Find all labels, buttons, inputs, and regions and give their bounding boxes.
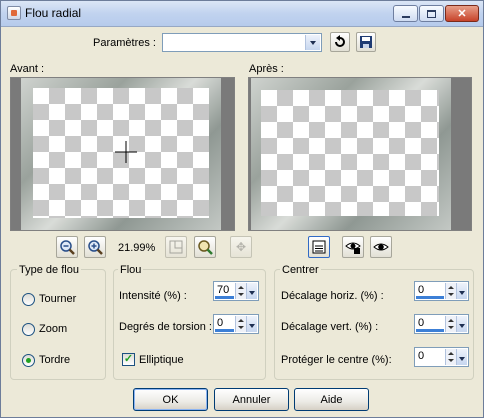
spin-updown-icon[interactable]: [445, 349, 456, 365]
radio-tordre-label[interactable]: Tordre: [39, 354, 70, 366]
spin-updown-icon[interactable]: [445, 316, 456, 332]
intensity-value[interactable]: 70: [217, 284, 229, 296]
maximize-icon: [427, 9, 436, 18]
zoom-in-button[interactable]: [84, 236, 106, 258]
torsion-stepper[interactable]: 0: [213, 314, 259, 334]
params-combo[interactable]: [162, 33, 322, 52]
dialog-window: Flou radial ✕ Paramètres : Avant: Après…: [0, 0, 484, 418]
auto-proof-button[interactable]: [370, 236, 392, 258]
blur-type-title: Type de flou: [17, 264, 81, 276]
save-icon: [360, 36, 372, 48]
torsion-label: Degrés de torsion :: [119, 321, 212, 333]
torsion-value[interactable]: 0: [217, 317, 223, 329]
preview-toggle-button[interactable]: [308, 236, 330, 258]
radio-tourner-label[interactable]: Tourner: [39, 293, 76, 305]
close-button[interactable]: ✕: [445, 5, 479, 22]
cancel-button[interactable]: Annuler: [214, 388, 289, 411]
params-label: Paramètres :: [93, 37, 156, 49]
zoom-100-button[interactable]: [165, 236, 187, 258]
pan-button[interactable]: ✥: [230, 236, 252, 258]
center-group-title: Centrer: [280, 264, 321, 276]
horiz-offset-slider-bar[interactable]: [416, 296, 444, 299]
after-preview: [248, 77, 472, 231]
proof-preview-button[interactable]: [342, 236, 364, 258]
ok-button[interactable]: OK: [133, 388, 208, 411]
reset-icon: [335, 35, 345, 47]
radio-tordre[interactable]: [22, 354, 35, 367]
help-button[interactable]: Aide: [294, 388, 369, 411]
zoom-out-icon: [60, 240, 75, 255]
spin-updown-icon[interactable]: [235, 283, 246, 299]
zoom-fit-icon: [198, 240, 213, 255]
reset-params-button[interactable]: [330, 32, 350, 52]
chevron-down-icon[interactable]: [456, 316, 467, 332]
window-title: Flou radial: [25, 6, 82, 20]
chevron-down-icon[interactable]: [305, 35, 320, 50]
spin-updown-icon[interactable]: [445, 283, 456, 299]
spin-updown-icon[interactable]: [235, 316, 246, 332]
after-label: Après :: [249, 63, 284, 75]
zoom-level: 21.99%: [118, 242, 156, 254]
radio-zoom-label[interactable]: Zoom: [39, 323, 67, 335]
zoom-out-button[interactable]: [56, 236, 78, 258]
elliptic-checkbox[interactable]: ✓: [122, 353, 135, 366]
vert-offset-stepper[interactable]: 0: [414, 314, 469, 334]
chevron-down-icon[interactable]: [246, 316, 257, 332]
protect-center-label: Protéger le centre (%):: [281, 354, 392, 366]
app-icon: [7, 6, 21, 20]
title-bar[interactable]: Flou radial ✕: [1, 1, 483, 27]
zoom-fit-button[interactable]: [194, 236, 216, 258]
chevron-down-icon[interactable]: [456, 349, 467, 365]
elliptic-label[interactable]: Elliptique: [139, 354, 184, 366]
before-label: Avant :: [10, 63, 45, 75]
torsion-slider-bar[interactable]: [215, 329, 234, 332]
protect-center-value[interactable]: 0: [418, 350, 424, 362]
minimize-button[interactable]: [393, 5, 418, 22]
crosshair-icon[interactable]: [115, 141, 137, 163]
before-preview[interactable]: [10, 77, 235, 231]
move-icon: ✥: [235, 240, 247, 254]
intensity-slider-bar[interactable]: [215, 296, 234, 299]
eye-icon: [373, 243, 389, 251]
eye-lock-icon: [345, 242, 361, 254]
preview-window-icon: [312, 240, 326, 254]
chevron-down-icon[interactable]: [456, 283, 467, 299]
minimize-icon: [401, 15, 410, 18]
radio-zoom[interactable]: [22, 323, 35, 336]
actual-size-icon: [169, 240, 183, 254]
vert-offset-slider-bar[interactable]: [416, 329, 444, 332]
save-params-button[interactable]: [356, 32, 376, 52]
protect-center-slider-bar[interactable]: [416, 362, 444, 365]
horiz-offset-label: Décalage horiz. (%) :: [281, 290, 384, 302]
transparency-checkerboard: [261, 90, 439, 216]
protect-center-stepper[interactable]: 0: [414, 347, 469, 367]
horiz-offset-stepper[interactable]: 0: [414, 281, 469, 301]
vert-offset-label: Décalage vert. (%) :: [281, 321, 379, 333]
maximize-button[interactable]: [419, 5, 444, 22]
chevron-down-icon[interactable]: [246, 283, 257, 299]
radio-tourner[interactable]: [22, 293, 35, 306]
vert-offset-value[interactable]: 0: [418, 317, 424, 329]
intensity-stepper[interactable]: 70: [213, 281, 259, 301]
close-icon: ✕: [457, 8, 467, 20]
horiz-offset-value[interactable]: 0: [418, 284, 424, 296]
intensity-label: Intensité (%) :: [119, 290, 187, 302]
blur-group-title: Flou: [118, 264, 144, 276]
zoom-in-icon: [88, 240, 103, 255]
dialog-body: Paramètres : Avant : Après : 21.99% ✥ Ty…: [2, 28, 482, 417]
